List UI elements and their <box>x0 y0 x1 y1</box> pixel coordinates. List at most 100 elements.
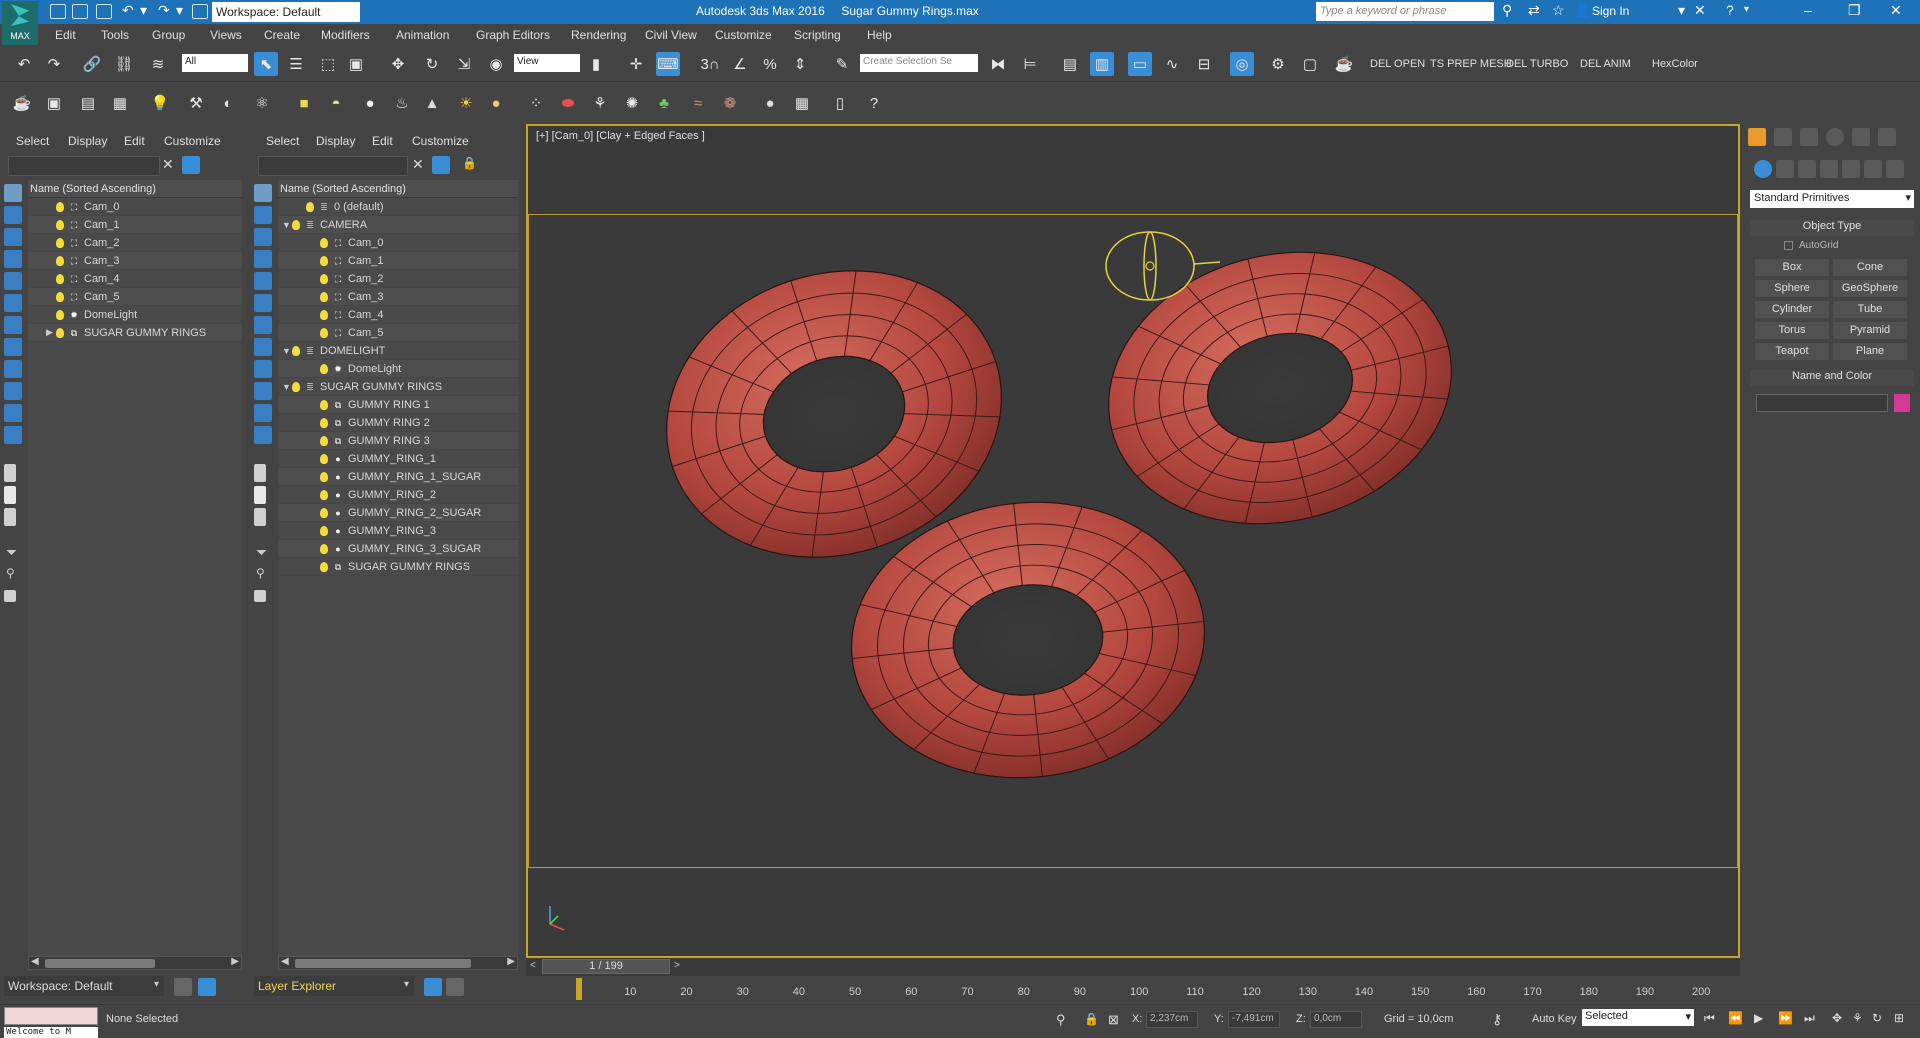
signin-dropdown-icon[interactable]: ▾ <box>1678 2 1685 19</box>
visibility-lightbulb-icon[interactable] <box>56 273 64 284</box>
torus-button[interactable]: Torus <box>1754 321 1830 340</box>
plane-button[interactable]: Plane <box>1832 342 1908 361</box>
right-horizontal-scrollbar[interactable]: ◀ ▶ <box>278 956 518 970</box>
batch-render-icon[interactable]: ▯ <box>828 91 852 115</box>
left-list-header[interactable]: Name (Sorted Ascending) <box>28 180 242 198</box>
utility-icon[interactable]: ⚛ <box>250 91 274 115</box>
left-layers-icon[interactable] <box>174 978 192 996</box>
box-primitive-icon[interactable]: ■ <box>292 91 316 115</box>
material-library-icon[interactable]: ▦ <box>790 91 814 115</box>
help-dropdown-icon[interactable]: ▾ <box>1744 4 1749 15</box>
globe-icon[interactable]: ✺ <box>620 91 644 115</box>
lights-category-icon[interactable] <box>1798 160 1816 178</box>
user-icon[interactable]: 👤 <box>1574 2 1591 19</box>
plant-icon[interactable]: ♣ <box>652 91 676 115</box>
favorites-star-icon[interactable]: ☆ <box>1552 2 1565 19</box>
left-horizontal-scrollbar[interactable]: ◀ ▶ <box>28 956 242 970</box>
undo-icon[interactable]: ↶ <box>12 52 36 76</box>
layer-explorer-row[interactable]: ⧉ GUMMY RING 3 <box>278 432 518 450</box>
material-editor-icon[interactable]: ◎ <box>1230 52 1254 76</box>
right-find-input[interactable] <box>258 156 408 176</box>
left-hierarchy-icon[interactable] <box>198 978 216 996</box>
snaps-toggle-icon[interactable]: 3 ∩ <box>696 52 724 76</box>
undo-dropdown-icon[interactable]: ▾ <box>140 2 147 19</box>
time-slider[interactable]: < 1 / 199 > <box>526 958 1740 976</box>
layer-display-shapes-icon[interactable] <box>254 228 272 246</box>
layer-display-last-results-icon[interactable] <box>254 508 266 526</box>
display-cameras-icon[interactable] <box>4 272 22 290</box>
primitive-category-dropdown[interactable]: Standard Primitives ▾ <box>1750 190 1914 208</box>
visibility-lightbulb-icon[interactable] <box>56 237 64 248</box>
layer-explorer-row[interactable]: ⛶ Cam_4 <box>278 306 518 324</box>
hexcolor-button[interactable]: HexColor <box>1652 58 1698 70</box>
layer-explorer-row[interactable]: ⧉ SUGAR GUMMY RINGS <box>278 558 518 576</box>
object-color-swatch[interactable] <box>1894 394 1910 412</box>
reference-coordinate-dropdown[interactable]: View <box>514 54 580 72</box>
right-menu-customize[interactable]: Customize <box>412 134 469 148</box>
layer-sync-selection-icon[interactable] <box>254 590 266 602</box>
visibility-lightbulb-icon[interactable] <box>292 219 300 230</box>
left-menu-select[interactable]: Select <box>16 134 49 148</box>
object-name-input[interactable] <box>1756 394 1888 412</box>
gummy-ring-2[interactable] <box>1078 216 1482 560</box>
isolate-icon[interactable]: ⚲ <box>1056 1012 1066 1028</box>
box-button[interactable]: Box <box>1754 258 1830 277</box>
previous-frame-icon[interactable]: < <box>530 960 536 971</box>
display-last-results-icon[interactable] <box>4 508 16 526</box>
left-menu-customize[interactable]: Customize <box>164 134 221 148</box>
scroll-right-icon[interactable]: ▶ <box>231 956 239 967</box>
layer-explorer-row[interactable]: ▼ ≣ SUGAR GUMMY RINGS <box>278 378 518 396</box>
left-menu-display[interactable]: Display <box>68 134 107 148</box>
dome-primitive-icon[interactable]: ◓ <box>324 91 348 115</box>
light-lister-icon[interactable]: 💡 <box>148 91 172 115</box>
tube-button[interactable]: Tube <box>1832 300 1908 319</box>
layer-explorer-row[interactable]: ● GUMMY_RING_2_SUGAR <box>278 504 518 522</box>
display-frozen-icon[interactable] <box>4 426 22 444</box>
toggle-scene-explorer-icon[interactable]: ▤ <box>1058 52 1082 76</box>
rotate-icon[interactable]: ↻ <box>420 52 444 76</box>
layer-explorer-row[interactable]: ● GUMMY_RING_3_SUGAR <box>278 540 518 558</box>
select-object-icon[interactable]: ⬉ <box>254 52 278 76</box>
redo-icon[interactable]: ↷ <box>42 52 66 76</box>
render-teapot-icon[interactable]: ☕ <box>10 91 34 115</box>
del-anim-button[interactable]: DEL ANIM <box>1580 58 1631 70</box>
display-lights-icon[interactable] <box>4 250 22 268</box>
visibility-lightbulb-icon[interactable] <box>320 507 328 518</box>
sun-light-icon[interactable]: ☀ <box>454 91 478 115</box>
visibility-lightbulb-icon[interactable] <box>320 525 328 536</box>
layer-display-bones-icon[interactable] <box>254 382 272 400</box>
layer-explorer-row[interactable]: ● GUMMY_RING_2 <box>278 486 518 504</box>
right-menu-display[interactable]: Display <box>316 134 355 148</box>
visibility-lightbulb-icon[interactable] <box>320 309 328 320</box>
display-containers-icon[interactable] <box>4 404 22 422</box>
layer-explorer-row[interactable]: ⛶ Cam_3 <box>278 288 518 306</box>
redo-icon[interactable]: ↷ <box>158 2 170 19</box>
layer-explorer-row[interactable]: ▼ ≣ CAMERA <box>278 216 518 234</box>
layer-display-geometry-icon[interactable] <box>254 206 272 224</box>
visibility-lightbulb-icon[interactable] <box>306 201 314 212</box>
layer-display-spacewarps-icon[interactable] <box>254 316 272 334</box>
helpers-category-icon[interactable] <box>1842 160 1860 178</box>
redo-dropdown-icon[interactable]: ▾ <box>176 2 183 19</box>
display-all-icon[interactable] <box>4 184 22 202</box>
scene-explorer-row[interactable]: ✹ DomeLight <box>28 306 242 324</box>
z-coordinate-field[interactable]: 0,0cm <box>1310 1011 1362 1028</box>
menu-views[interactable]: Views <box>210 28 242 42</box>
expand-toggle-icon[interactable]: ▼ <box>282 382 292 392</box>
visibility-lightbulb-icon[interactable] <box>320 363 328 374</box>
scene-explorer-row[interactable]: ⛶ Cam_4 <box>28 270 242 288</box>
scene-explorer-row[interactable]: ⛶ Cam_3 <box>28 252 242 270</box>
layer-filter-icon[interactable]: ⏷ <box>256 544 267 561</box>
window-crossing-icon[interactable]: ▣ <box>344 52 368 76</box>
right-menu-edit[interactable]: Edit <box>372 134 393 148</box>
layer-explorer-row[interactable]: ▼ ≣ DOMELIGHT <box>278 342 518 360</box>
viewport-cam0[interactable]: [+] [Cam_0] [Clay + Edged Faces ] <box>526 124 1740 958</box>
visibility-lightbulb-icon[interactable] <box>56 291 64 302</box>
cone-button[interactable]: Cone <box>1832 258 1908 277</box>
align-icon[interactable]: ⊨ <box>1018 52 1042 76</box>
go-to-end-icon[interactable]: ⏭ <box>1804 1011 1815 1026</box>
layer-explorer-row[interactable]: ● GUMMY_RING_1_SUGAR <box>278 468 518 486</box>
menu-modifiers[interactable]: Modifiers <box>321 28 370 42</box>
geosphere-button[interactable]: GeoSphere <box>1832 279 1908 298</box>
modify-tab-icon[interactable] <box>1774 128 1792 146</box>
